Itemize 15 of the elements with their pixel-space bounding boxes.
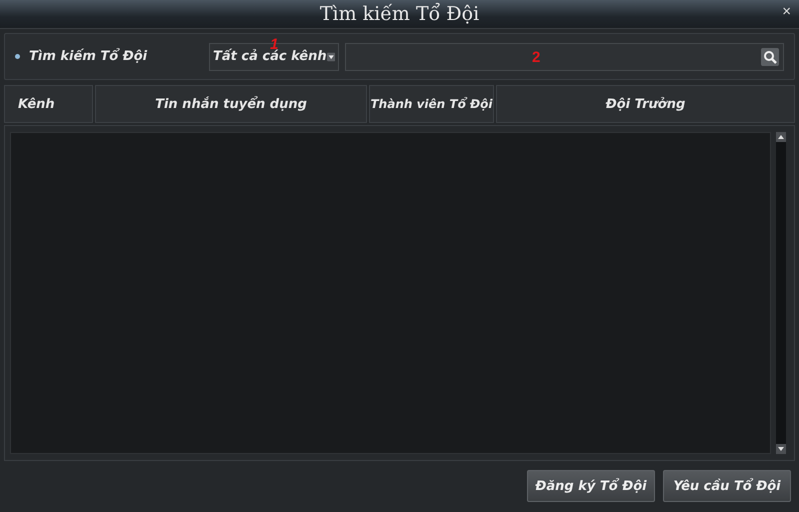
bullet-icon [15, 54, 20, 59]
column-header[interactable]: Đội Trưởng [496, 85, 795, 123]
annotation-number: 2 [532, 48, 540, 66]
search-icon[interactable] [761, 48, 779, 66]
scrollbar[interactable] [776, 132, 786, 454]
column-header[interactable]: Thành viên Tổ Đội [369, 85, 494, 123]
scroll-down-icon[interactable] [776, 444, 786, 454]
scroll-up-icon[interactable] [776, 132, 786, 142]
window-title: Tìm kiếm Tổ Đội [320, 3, 480, 25]
close-button[interactable]: × [780, 4, 793, 20]
column-header[interactable]: Kênh [4, 85, 93, 123]
action-button[interactable]: Yêu cầu Tổ Đội [663, 470, 791, 502]
column-header[interactable]: Tin nhắn tuyển dụng [95, 85, 367, 123]
search-label: Tìm kiếm Tổ Đội [29, 49, 148, 64]
action-button[interactable]: Đăng ký Tổ Đội [527, 470, 655, 502]
